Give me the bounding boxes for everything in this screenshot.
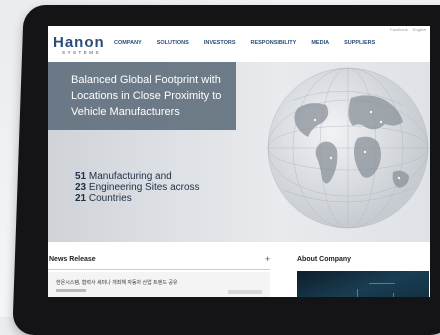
hero-title: Balanced Global Footprint with Locations…: [71, 74, 222, 118]
stat-number: 23: [75, 182, 87, 193]
stat-engineering: 23 Engineering Sites across: [75, 182, 200, 193]
news-more-button[interactable]: +: [265, 254, 270, 264]
hanon-logo[interactable]: Hanon SYSTEMS: [53, 34, 105, 55]
utility-links: Facebook English: [386, 27, 426, 32]
news-item-title: 한온시스템, 협력사 세미나 개최해 자동차 산업 트렌드 공유: [56, 280, 178, 286]
utility-link-english[interactable]: English: [413, 27, 426, 32]
nav-item-company[interactable]: COMPANY: [114, 40, 142, 46]
logo-main-text: Hanon: [53, 34, 105, 51]
hero-headline-box: Balanced Global Footprint with Locations…: [48, 62, 236, 130]
stat-label: Engineering Sites across: [86, 182, 200, 193]
news-item-date: [228, 290, 262, 294]
stat-label: Countries: [86, 193, 132, 204]
news-item-subtext: [56, 289, 86, 292]
laptop-bezel-bottom: [40, 297, 440, 317]
hero-banner[interactable]: Balanced Global Footprint with Locations…: [48, 62, 430, 242]
stat-number: 21: [75, 193, 87, 204]
nav-item-solutions[interactable]: SOLUTIONS: [157, 40, 189, 46]
utility-link-facebook[interactable]: Facebook: [390, 27, 408, 32]
stat-manufacturing: 51 Manufacturing and: [75, 171, 200, 182]
website-screen: Facebook English Hanon SYSTEMS COMPANY S…: [48, 26, 430, 317]
nav-item-investors[interactable]: INVESTORS: [204, 40, 236, 46]
globe-graphic: [267, 67, 429, 229]
nav-item-media[interactable]: MEDIA: [311, 40, 329, 46]
stat-countries: 21 Countries: [75, 193, 200, 204]
nav-item-responsibility[interactable]: RESPONSIBILITY: [251, 40, 297, 46]
about-section-title: About Company: [297, 256, 352, 263]
hero-stats: 51 Manufacturing and 23 Engineering Site…: [75, 171, 200, 204]
news-divider: [48, 269, 270, 270]
news-section-title: News Release: [49, 256, 96, 263]
main-nav: COMPANY SOLUTIONS INVESTORS RESPONSIBILI…: [114, 40, 375, 46]
nav-item-suppliers[interactable]: SUPPLIERS: [344, 40, 375, 46]
stat-number: 51: [75, 171, 87, 182]
stat-label: Manufacturing and: [86, 171, 172, 182]
